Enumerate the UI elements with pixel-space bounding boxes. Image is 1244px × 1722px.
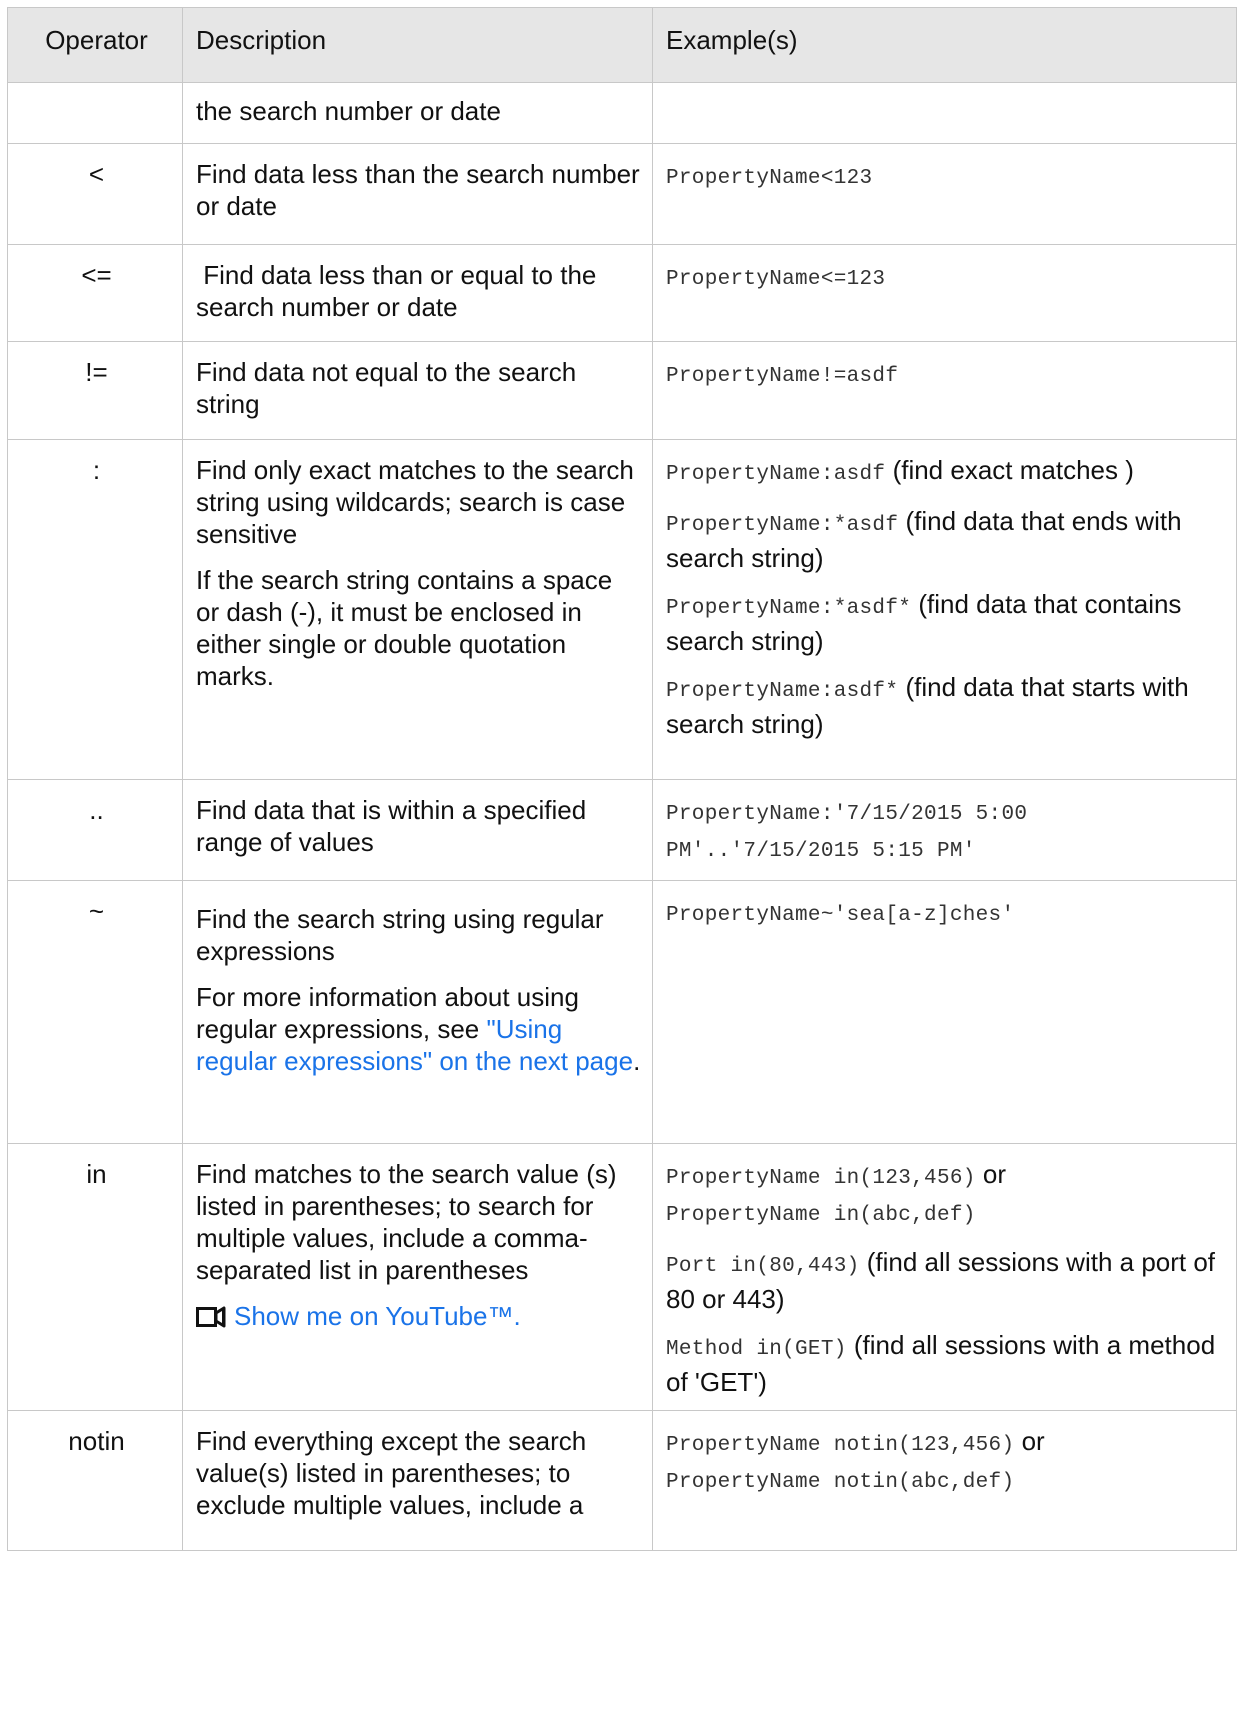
description-cell: Find data less than or equal to the sear…	[182, 244, 653, 342]
table-row: ~ Find the search string using regular e…	[7, 880, 1237, 1144]
examples-cell	[652, 82, 1237, 144]
operator-cell: <=	[7, 244, 183, 342]
example-code: PropertyName!=asdf	[666, 365, 899, 388]
example-or: or	[975, 1159, 1006, 1189]
description-text: Find only exact matches to the search st…	[196, 455, 634, 549]
description-more-suffix: .	[633, 1046, 641, 1076]
description-text: Find everything except the search value(…	[196, 1426, 587, 1520]
example-item: PropertyName notin(123,456) or PropertyN…	[666, 1425, 1226, 1499]
example-item: PropertyName<123	[666, 158, 1226, 195]
example-code: PropertyName:asdf	[666, 463, 886, 486]
header-operator: Operator	[7, 7, 183, 83]
example-item: PropertyName in(123,456) or PropertyName…	[666, 1158, 1226, 1232]
table-row: : Find only exact matches to the search …	[7, 439, 1237, 780]
operators-table: Operator Description Example(s) the sear…	[7, 7, 1237, 1551]
table-row: != Find data not equal to the search str…	[7, 341, 1237, 440]
example-or: or	[1014, 1426, 1045, 1456]
example-item: PropertyName:asdf* (find data that start…	[666, 671, 1226, 740]
description-cell: the search number or date	[182, 82, 653, 144]
examples-cell: PropertyName notin(123,456) or PropertyN…	[652, 1410, 1237, 1551]
example-code: Method in(GET)	[666, 1338, 847, 1361]
youtube-link[interactable]: Show me on YouTube™.	[234, 1301, 521, 1331]
table-row: notin Find everything except the search …	[7, 1410, 1237, 1551]
description-text: Find data less than the search number or…	[196, 159, 640, 221]
table-header-row: Operator Description Example(s)	[7, 7, 1237, 83]
example-item: PropertyName<=123	[666, 259, 1226, 296]
example-code: PropertyName:asdf*	[666, 680, 899, 703]
example-code: PropertyName:'7/15/2015 5:00 PM'..'7/15/…	[666, 803, 1028, 863]
description-text: Find data less than or equal to the sear…	[196, 260, 604, 322]
table-row: <= Find data less than or equal to the s…	[7, 244, 1237, 342]
example-item: PropertyName:asdf (find exact matches )	[666, 454, 1226, 491]
table-row: in Find matches to the search value (s) …	[7, 1143, 1237, 1411]
examples-cell: PropertyName<123	[652, 143, 1237, 245]
example-code: PropertyName<=123	[666, 268, 886, 291]
example-item: Method in(GET) (find all sessions with a…	[666, 1329, 1226, 1398]
operator-cell: ..	[7, 779, 183, 881]
example-note: (find exact matches )	[885, 455, 1134, 485]
example-code: PropertyName in(abc,def)	[666, 1204, 976, 1227]
description-cell: Find matches to the search value (s) lis…	[182, 1143, 653, 1411]
header-description: Description	[182, 7, 653, 83]
description-more: For more information about using regular…	[196, 981, 642, 1077]
example-code: PropertyName<123	[666, 167, 873, 190]
description-cell: Find data that is within a specified ran…	[182, 779, 653, 881]
example-code: PropertyName~'sea[a-z]ches'	[666, 904, 1015, 927]
description-cell: Find everything except the search value(…	[182, 1410, 653, 1551]
example-item: PropertyName:'7/15/2015 5:00 PM'..'7/15/…	[666, 794, 1226, 868]
video-link-line: Show me on YouTube™.	[196, 1300, 642, 1335]
example-code: PropertyName notin(123,456)	[666, 1434, 1015, 1457]
description-text: Find matches to the search value (s) lis…	[196, 1159, 617, 1285]
operator-cell: !=	[7, 341, 183, 440]
description-cell: Find the search string using regular exp…	[182, 880, 653, 1144]
operator-cell: notin	[7, 1410, 183, 1551]
description-text: Find data not equal to the search string	[196, 357, 577, 419]
example-code: Port in(80,443)	[666, 1255, 860, 1278]
example-item: PropertyName:*asdf* (find data that cont…	[666, 588, 1226, 657]
table-row: < Find data less than the search number …	[7, 143, 1237, 245]
table-row: .. Find data that is within a specified …	[7, 779, 1237, 881]
description-cell: Find data not equal to the search string	[182, 341, 653, 440]
examples-cell: PropertyName~'sea[a-z]ches'	[652, 880, 1237, 1144]
description-text: If the search string contains a space or…	[196, 565, 613, 691]
example-code: PropertyName:*asdf*	[666, 597, 912, 620]
examples-cell: PropertyName in(123,456) or PropertyName…	[652, 1143, 1237, 1411]
header-examples: Example(s)	[652, 7, 1237, 83]
examples-cell: PropertyName:asdf (find exact matches ) …	[652, 439, 1237, 780]
example-item: PropertyName~'sea[a-z]ches'	[666, 895, 1226, 932]
example-item: Port in(80,443) (find all sessions with …	[666, 1246, 1226, 1315]
operator-cell: :	[7, 439, 183, 780]
description-text: the search number or date	[196, 96, 501, 126]
video-camera-icon	[196, 1303, 226, 1335]
table-row: the search number or date	[7, 82, 1237, 144]
example-code: PropertyName notin(abc,def)	[666, 1471, 1015, 1494]
description-text: Find the search string using regular exp…	[196, 904, 604, 966]
description-text: Find data that is within a specified ran…	[196, 795, 587, 857]
example-item: PropertyName!=asdf	[666, 356, 1226, 393]
example-code: PropertyName in(123,456)	[666, 1167, 976, 1190]
operator-cell: in	[7, 1143, 183, 1411]
operator-cell: ~	[7, 880, 183, 1144]
examples-cell: PropertyName:'7/15/2015 5:00 PM'..'7/15/…	[652, 779, 1237, 881]
operator-cell: <	[7, 143, 183, 245]
examples-cell: PropertyName<=123	[652, 244, 1237, 342]
example-code: PropertyName:*asdf	[666, 514, 899, 537]
description-cell: Find data less than the search number or…	[182, 143, 653, 245]
operator-cell	[7, 82, 183, 144]
examples-cell: PropertyName!=asdf	[652, 341, 1237, 440]
description-cell: Find only exact matches to the search st…	[182, 439, 653, 780]
example-item: PropertyName:*asdf (find data that ends …	[666, 505, 1226, 574]
